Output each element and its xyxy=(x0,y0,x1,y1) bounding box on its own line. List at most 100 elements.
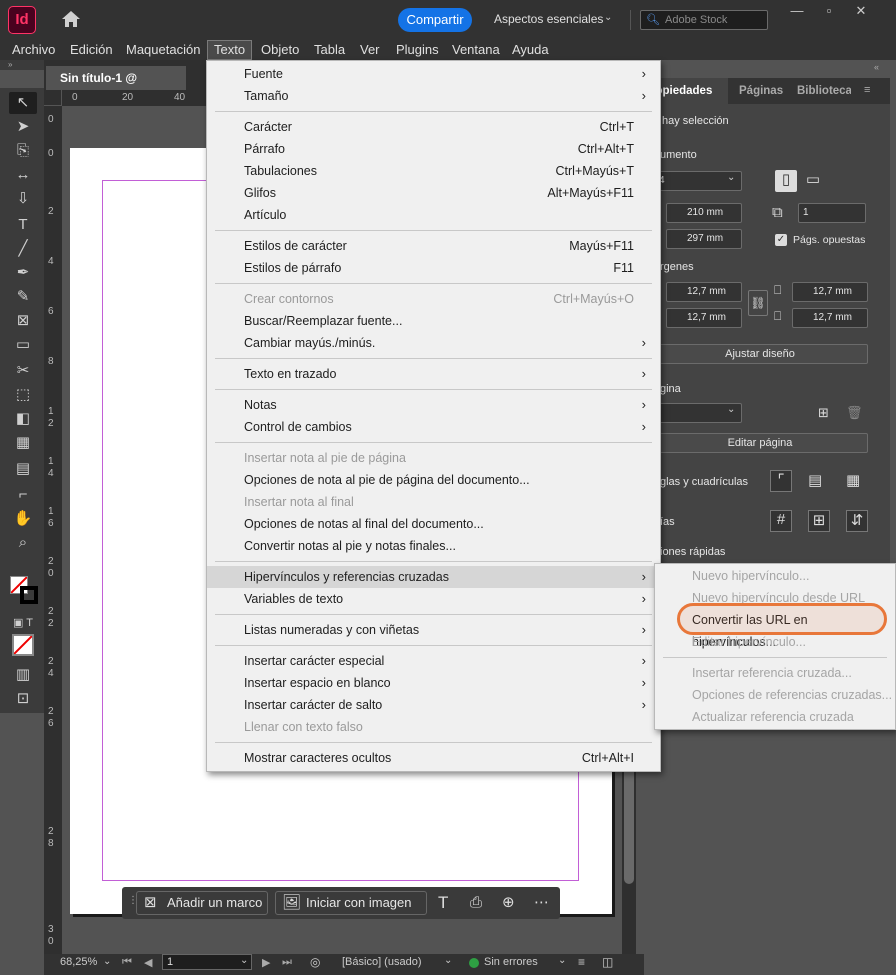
chevron-down-icon[interactable]: ⌄ xyxy=(240,955,248,966)
screen-mode-icon[interactable]: ▥ xyxy=(9,664,37,686)
baseline-grid-icon[interactable]: ▤ xyxy=(808,471,822,489)
panel-menu-icon[interactable]: ≡ xyxy=(864,84,870,96)
apply-none-icon[interactable] xyxy=(12,634,34,656)
menu-maquetacion[interactable]: Maquetación xyxy=(120,40,206,60)
margin-left-field[interactable]: 12,7 mm xyxy=(792,282,868,302)
pen-tool-icon[interactable]: ✒ xyxy=(9,262,37,284)
preflight-icon[interactable]: ◎ xyxy=(310,955,320,969)
chevron-down-icon[interactable]: ⌄ xyxy=(727,172,735,183)
margin-right-field[interactable]: 12,7 mm xyxy=(792,308,868,328)
menu-texto[interactable]: Texto xyxy=(207,40,253,60)
direct-selection-tool-icon[interactable]: ➤ xyxy=(9,116,37,138)
menu-item[interactable]: Insertar espacio en blanco › xyxy=(207,672,660,694)
landscape-orientation-icon[interactable]: ▭ xyxy=(802,170,824,192)
menu-item[interactable]: Insertar carácter especial › xyxy=(207,650,660,672)
link-margins-icon[interactable]: ⛓ xyxy=(748,290,768,316)
guides-icon[interactable]: # xyxy=(770,510,792,532)
share-button[interactable]: Compartir xyxy=(398,8,472,32)
maximize-button[interactable]: ▫ xyxy=(818,2,840,20)
chevron-down-icon[interactable]: ⌄ xyxy=(103,956,111,967)
trash-icon[interactable]: 🗑︎ xyxy=(846,405,863,421)
zoom-level[interactable]: 68,25% xyxy=(60,956,97,968)
zoom-tool-icon[interactable]: ⌕ xyxy=(9,532,37,554)
menu-item[interactable]: Estilos de párrafo F11 xyxy=(207,257,660,279)
style-status[interactable]: [Básico] (usado) xyxy=(342,956,421,968)
scissors-tool-icon[interactable]: ✂ xyxy=(9,360,37,382)
menu-tabla[interactable]: Tabla xyxy=(308,40,351,60)
first-page-icon[interactable]: ⏮ xyxy=(122,956,132,969)
menu-item[interactable]: Convertir notas al pie y notas finales..… xyxy=(207,535,660,557)
view-mode-icon[interactable]: ⊡ xyxy=(9,688,37,710)
menu-ventana[interactable]: Ventana xyxy=(446,40,506,60)
menu-item[interactable]: Notas › xyxy=(207,394,660,416)
gap-tool-icon[interactable]: ↔ xyxy=(9,164,37,186)
menu-item[interactable]: Mostrar caracteres ocultos Ctrl+Alt+I xyxy=(207,747,660,769)
menu-item[interactable]: Buscar/Reemplazar fuente... xyxy=(207,310,660,332)
adjust-layout-button[interactable]: Ajustar diseño xyxy=(652,344,868,364)
chevron-down-icon[interactable]: ⌄ xyxy=(604,12,612,23)
menu-item[interactable]: Listas numeradas y con viñetas › xyxy=(207,619,660,641)
margin-bottom-field[interactable]: 12,7 mm xyxy=(666,308,742,328)
new-page-icon[interactable]: ⊕ xyxy=(502,891,515,915)
minimize-button[interactable]: — xyxy=(786,2,808,20)
add-page-icon[interactable]: ⊞ xyxy=(818,405,829,421)
free-transform-tool-icon[interactable]: ⬚ xyxy=(9,384,37,406)
height-field[interactable]: 297 mm xyxy=(666,229,742,249)
last-page-icon[interactable]: ⏭ xyxy=(282,956,292,969)
formatting-affects-icon[interactable]: ▣ T xyxy=(9,612,37,634)
menu-item[interactable]: Tamaño › xyxy=(207,85,660,107)
menu-objeto[interactable]: Objeto xyxy=(255,40,305,60)
menu-item[interactable]: Artículo xyxy=(207,204,660,226)
menu-item[interactable]: Carácter Ctrl+T xyxy=(207,116,660,138)
collapse-panels-icon[interactable]: « xyxy=(874,62,879,72)
edit-page-button[interactable]: Editar página xyxy=(652,433,868,453)
page-tool-icon[interactable]: ⎘ xyxy=(9,140,37,162)
menu-ayuda[interactable]: Ayuda xyxy=(506,40,555,60)
menu-icon[interactable]: ≡ xyxy=(578,955,585,969)
menu-item[interactable]: Texto en trazado › xyxy=(207,363,660,385)
tab-pages[interactable]: Páginas xyxy=(739,78,783,104)
margin-top-field[interactable]: 12,7 mm xyxy=(666,282,742,302)
gradient-swatch-tool-icon[interactable]: ◧ xyxy=(9,408,37,430)
menu-item[interactable]: Tabulaciones Ctrl+Mayús+T xyxy=(207,160,660,182)
pages-count-field[interactable]: 1 xyxy=(798,203,866,223)
hand-tool-icon[interactable]: ✋ xyxy=(9,508,37,530)
facing-pages-checkbox[interactable]: ✓ xyxy=(775,234,787,246)
menu-item-hyperlinks[interactable]: Hipervínculos y referencias cruzadas › xyxy=(207,566,660,588)
chevron-down-icon[interactable]: ⌄ xyxy=(444,955,452,966)
ruler-icon[interactable]: ⌜ xyxy=(770,470,792,492)
tab-libraries[interactable]: Bibliotecas xyxy=(797,78,851,104)
line-tool-icon[interactable]: ╱ xyxy=(9,238,37,260)
document-grid-icon[interactable]: ▦ xyxy=(846,471,860,489)
menu-item[interactable]: Cambiar mayús./minús. › xyxy=(207,332,660,354)
menu-item[interactable]: Control de cambios › xyxy=(207,416,660,438)
note-tool-icon[interactable]: ▤ xyxy=(9,458,37,480)
menu-item[interactable]: Fuente › xyxy=(207,63,660,85)
next-page-icon[interactable]: ▶ xyxy=(262,956,270,969)
portrait-orientation-icon[interactable]: ▯ xyxy=(775,170,797,192)
page-number-field[interactable]: 1 xyxy=(162,954,252,970)
ruler-origin[interactable] xyxy=(44,90,62,106)
menu-plugins[interactable]: Plugins xyxy=(390,40,445,60)
menu-item[interactable]: Glifos Alt+Mayús+F11 xyxy=(207,182,660,204)
gradient-feather-tool-icon[interactable]: ▦ xyxy=(9,432,37,454)
menu-item[interactable]: Insertar carácter de salto › xyxy=(207,694,660,716)
rectangle-frame-tool-icon[interactable]: ⊠ xyxy=(9,310,37,332)
rectangle-tool-icon[interactable]: ▭ xyxy=(9,334,37,356)
split-view-icon[interactable]: ◫ xyxy=(602,955,613,969)
document-tab[interactable]: Sin título-1 @ 68%✕ xyxy=(46,66,186,109)
text-icon[interactable]: T xyxy=(438,891,448,915)
menu-item[interactable]: Párrafo Ctrl+Alt+T xyxy=(207,138,660,160)
errors-status[interactable]: Sin errores xyxy=(484,956,538,968)
menu-item[interactable]: Opciones de nota al pie de página del do… xyxy=(207,469,660,491)
chevron-down-icon[interactable]: ⌄ xyxy=(727,404,735,415)
previous-page-icon[interactable]: ◀ xyxy=(144,956,152,969)
stroke-swatch[interactable] xyxy=(20,586,38,604)
toolbox-collapse[interactable]: » xyxy=(0,60,44,70)
smart-guides-icon[interactable]: ⇵ xyxy=(846,510,868,532)
chevron-down-icon[interactable]: ⌄ xyxy=(558,955,566,966)
eyedropper-tool-icon[interactable]: ⌐ xyxy=(9,484,37,506)
workspace-switcher[interactable]: Aspectos esenciales xyxy=(494,12,603,26)
close-button[interactable]: ✕ xyxy=(850,2,872,20)
lock-guides-icon[interactable]: ⊞ xyxy=(808,510,830,532)
